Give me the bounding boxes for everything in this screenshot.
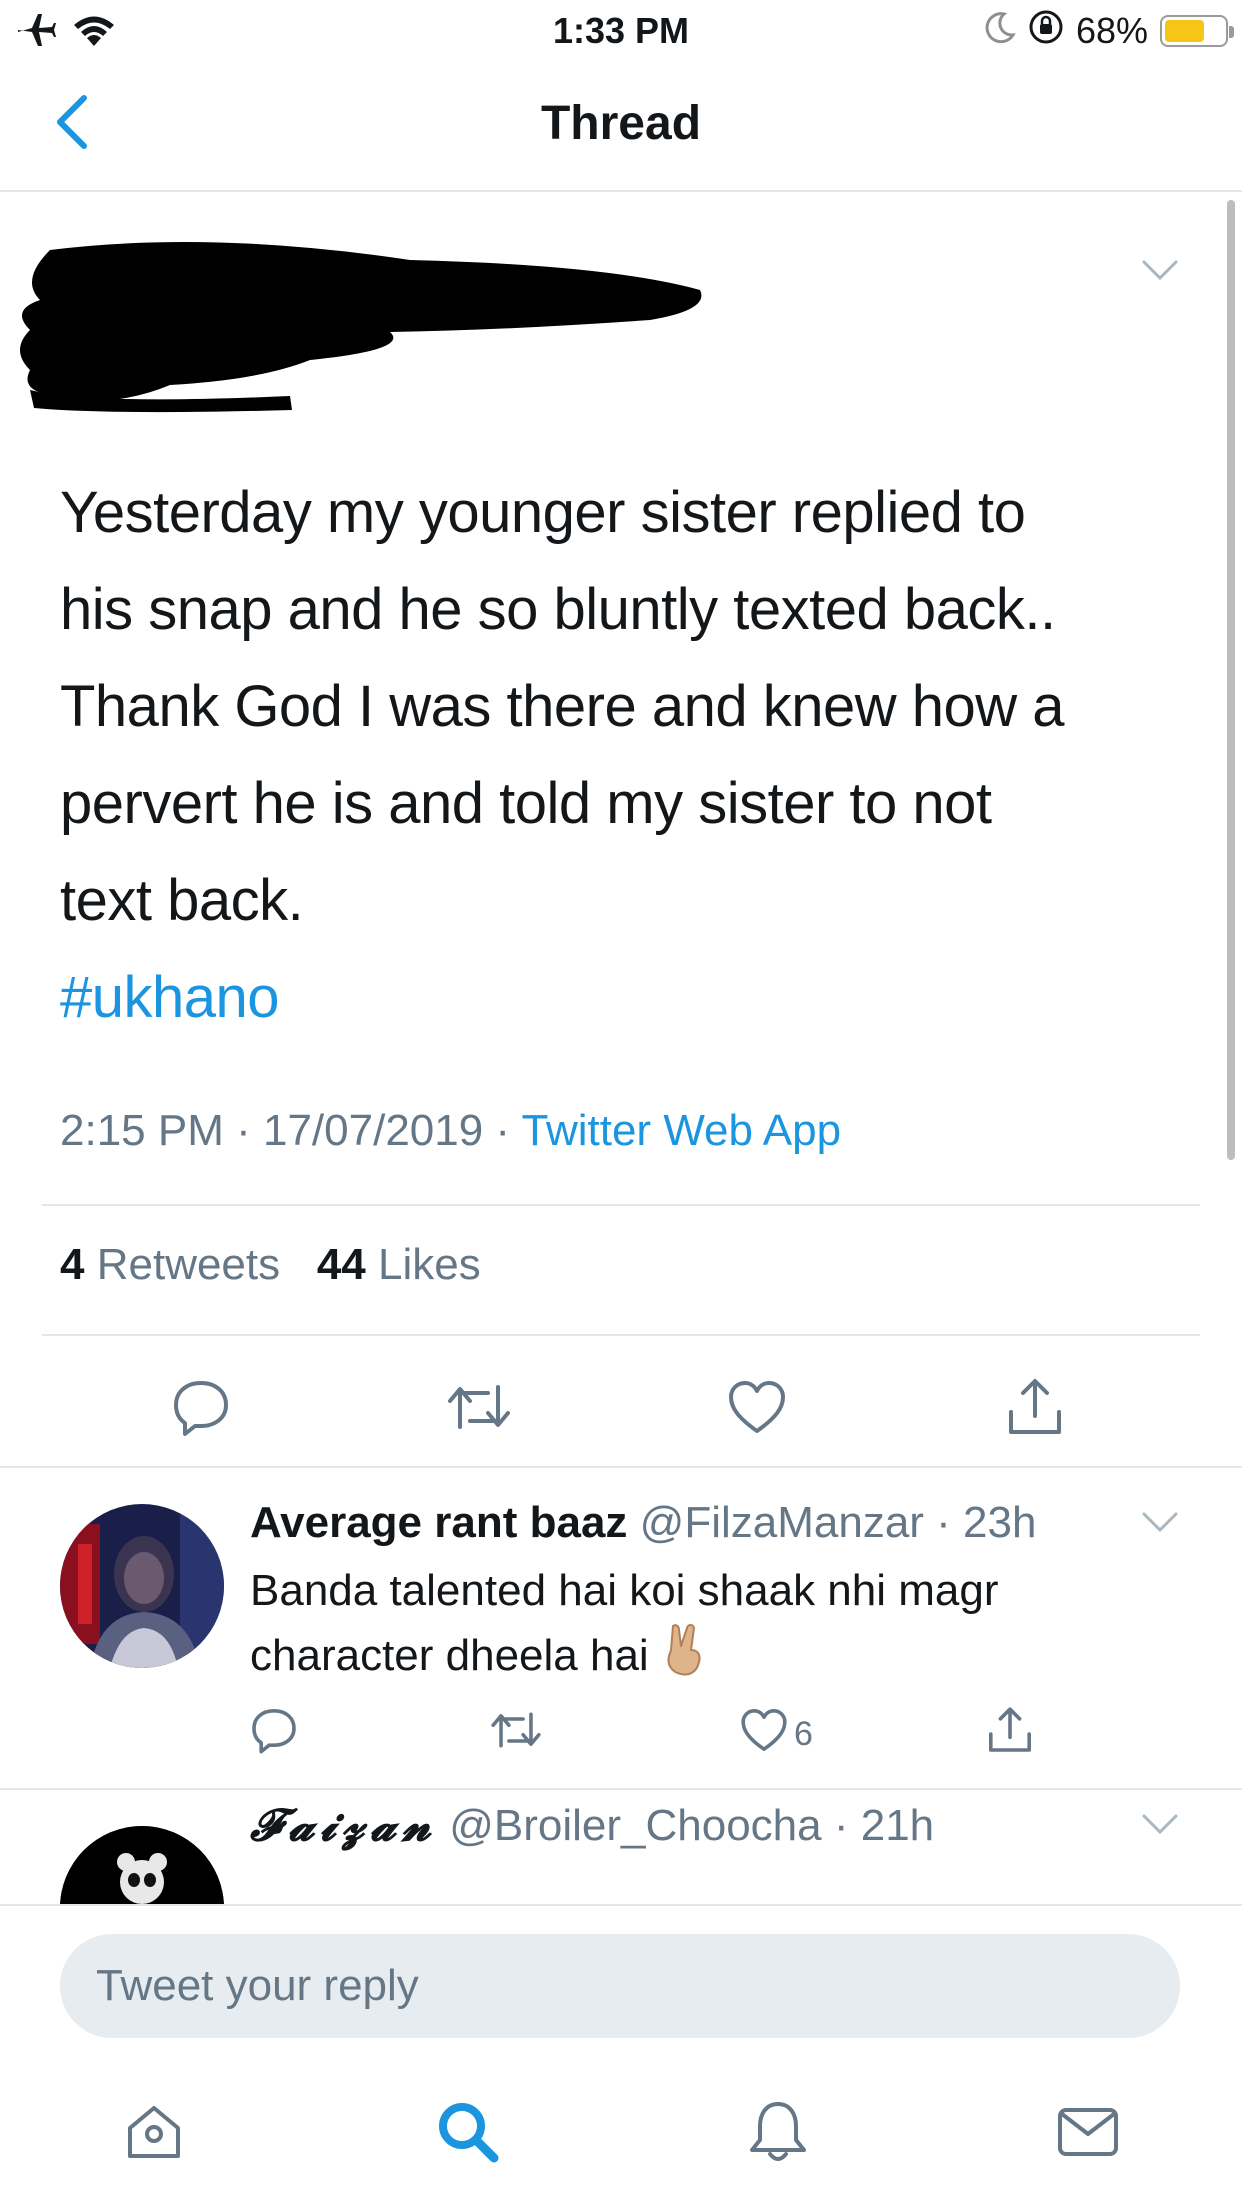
search-icon [434, 2098, 502, 2171]
reply-author-name[interactable]: 𝓕𝓪𝓲𝔃𝓪𝓷 [250, 1800, 437, 1851]
chevron-down-icon [1140, 1512, 1180, 1538]
divider [42, 1204, 1200, 1206]
like-count: 6 [794, 1714, 813, 1753]
redacted-author [10, 220, 710, 425]
orientation-lock-icon [1028, 9, 1064, 54]
avatar[interactable] [60, 1826, 224, 1904]
tab-search[interactable] [428, 2094, 508, 2174]
tweet-stats: 4 Retweets 44 Likes [60, 1240, 481, 1290]
avatar[interactable] [60, 1504, 224, 1668]
retweet-button[interactable] [444, 1374, 514, 1444]
share-icon [1005, 1376, 1065, 1443]
reply-actions: 6 [250, 1706, 1150, 1762]
like-button[interactable] [722, 1374, 792, 1444]
messages-icon [1056, 2104, 1120, 2165]
reply-reply-button[interactable] [250, 1706, 298, 1762]
page-title: Thread [540, 97, 702, 150]
retweets-stat[interactable]: 4 Retweets [60, 1240, 280, 1289]
nav-bar: Thread [0, 60, 1242, 192]
reply-author-name[interactable]: Average rant baaz [250, 1498, 627, 1547]
home-icon [122, 2100, 186, 2169]
chevron-down-icon [1140, 1814, 1180, 1840]
tweet-time: 2:15 PM [60, 1106, 224, 1155]
victory-hand-icon [661, 1622, 707, 1695]
reply-like-button[interactable]: 6 [740, 1706, 813, 1762]
reply-input[interactable] [60, 1934, 1180, 2038]
tweet-line: Yesterday my younger sister replied to [60, 480, 1026, 545]
tweet-actions [0, 1374, 1242, 1444]
reply-menu-caret[interactable] [1140, 1510, 1200, 1550]
tweet-line: text back. [60, 868, 304, 933]
heart-icon [740, 1707, 788, 1762]
likes-stat[interactable]: 44 Likes [317, 1240, 481, 1289]
tweet-source-link[interactable]: Twitter Web App [522, 1106, 842, 1155]
reply-tweet[interactable]: Average rant baaz @FilzaManzar · 23h Ban… [0, 1468, 1242, 1788]
reply-header: Average rant baaz @FilzaManzar · 23h [250, 1498, 1037, 1547]
tweet-text: Yesterday my younger sister replied to h… [60, 464, 1200, 1046]
reply-menu-caret[interactable] [1140, 1812, 1200, 1852]
notifications-icon [746, 2098, 810, 2171]
tweet-line: Thank God I was there and knew how a [60, 674, 1065, 739]
twitter-thread-screen: 1:33 PM 68% Thread Yesterday my younger … [0, 0, 1242, 2208]
battery-percent: 68% [1075, 10, 1148, 51]
battery-icon [1160, 15, 1234, 47]
tab-home[interactable] [114, 2094, 194, 2174]
tweet-menu-caret[interactable] [1140, 258, 1200, 298]
hashtag-link[interactable]: #ukhano [60, 965, 280, 1030]
share-button[interactable] [1000, 1374, 1070, 1444]
reply-icon [250, 1706, 298, 1763]
tab-messages[interactable] [1048, 2094, 1128, 2174]
share-icon [986, 1705, 1034, 1764]
tweet-line: pervert he is and told my sister to not [60, 771, 992, 836]
tab-bar [0, 2054, 1242, 2208]
reply-composer [0, 1904, 1242, 2054]
reply-author-handle[interactable]: @Broiler_Choocha [449, 1801, 821, 1850]
tweet-line: his snap and he so bluntly texted back.. [60, 577, 1056, 642]
reply-header: 𝓕𝓪𝓲𝔃𝓪𝓷 @Broiler_Choocha · 21h [250, 1800, 935, 1851]
retweet-icon [490, 1706, 542, 1763]
scrollbar[interactable] [1227, 200, 1235, 1160]
reply-text: Banda talented hai koi shaak nhi magr ch… [250, 1560, 1150, 1695]
heart-icon [727, 1379, 787, 1440]
tab-notifications[interactable] [738, 2094, 818, 2174]
moon-icon [984, 10, 1016, 52]
reply-time: 23h [963, 1498, 1037, 1547]
reply-share-button[interactable] [986, 1706, 1034, 1762]
reply-icon [171, 1377, 231, 1442]
status-right: 68% [984, 9, 1234, 54]
status-bar: 1:33 PM 68% [0, 0, 1242, 60]
reply-author-handle[interactable]: @FilzaManzar [640, 1498, 924, 1547]
retweet-icon [446, 1377, 512, 1442]
divider [42, 1334, 1200, 1336]
tweet-timestamp: 2:15 PM · 17/07/2019 · Twitter Web App [60, 1106, 842, 1155]
reply-tweet[interactable]: 𝓕𝓪𝓲𝔃𝓪𝓷 @Broiler_Choocha · 21h [0, 1790, 1242, 1904]
tweet-date: 17/07/2019 [262, 1106, 484, 1155]
battery-fill [1165, 20, 1205, 42]
reply-button[interactable] [166, 1374, 236, 1444]
chevron-down-icon [1140, 260, 1180, 286]
reply-retweet-button[interactable] [490, 1706, 542, 1762]
reply-time: 21h [860, 1801, 935, 1850]
